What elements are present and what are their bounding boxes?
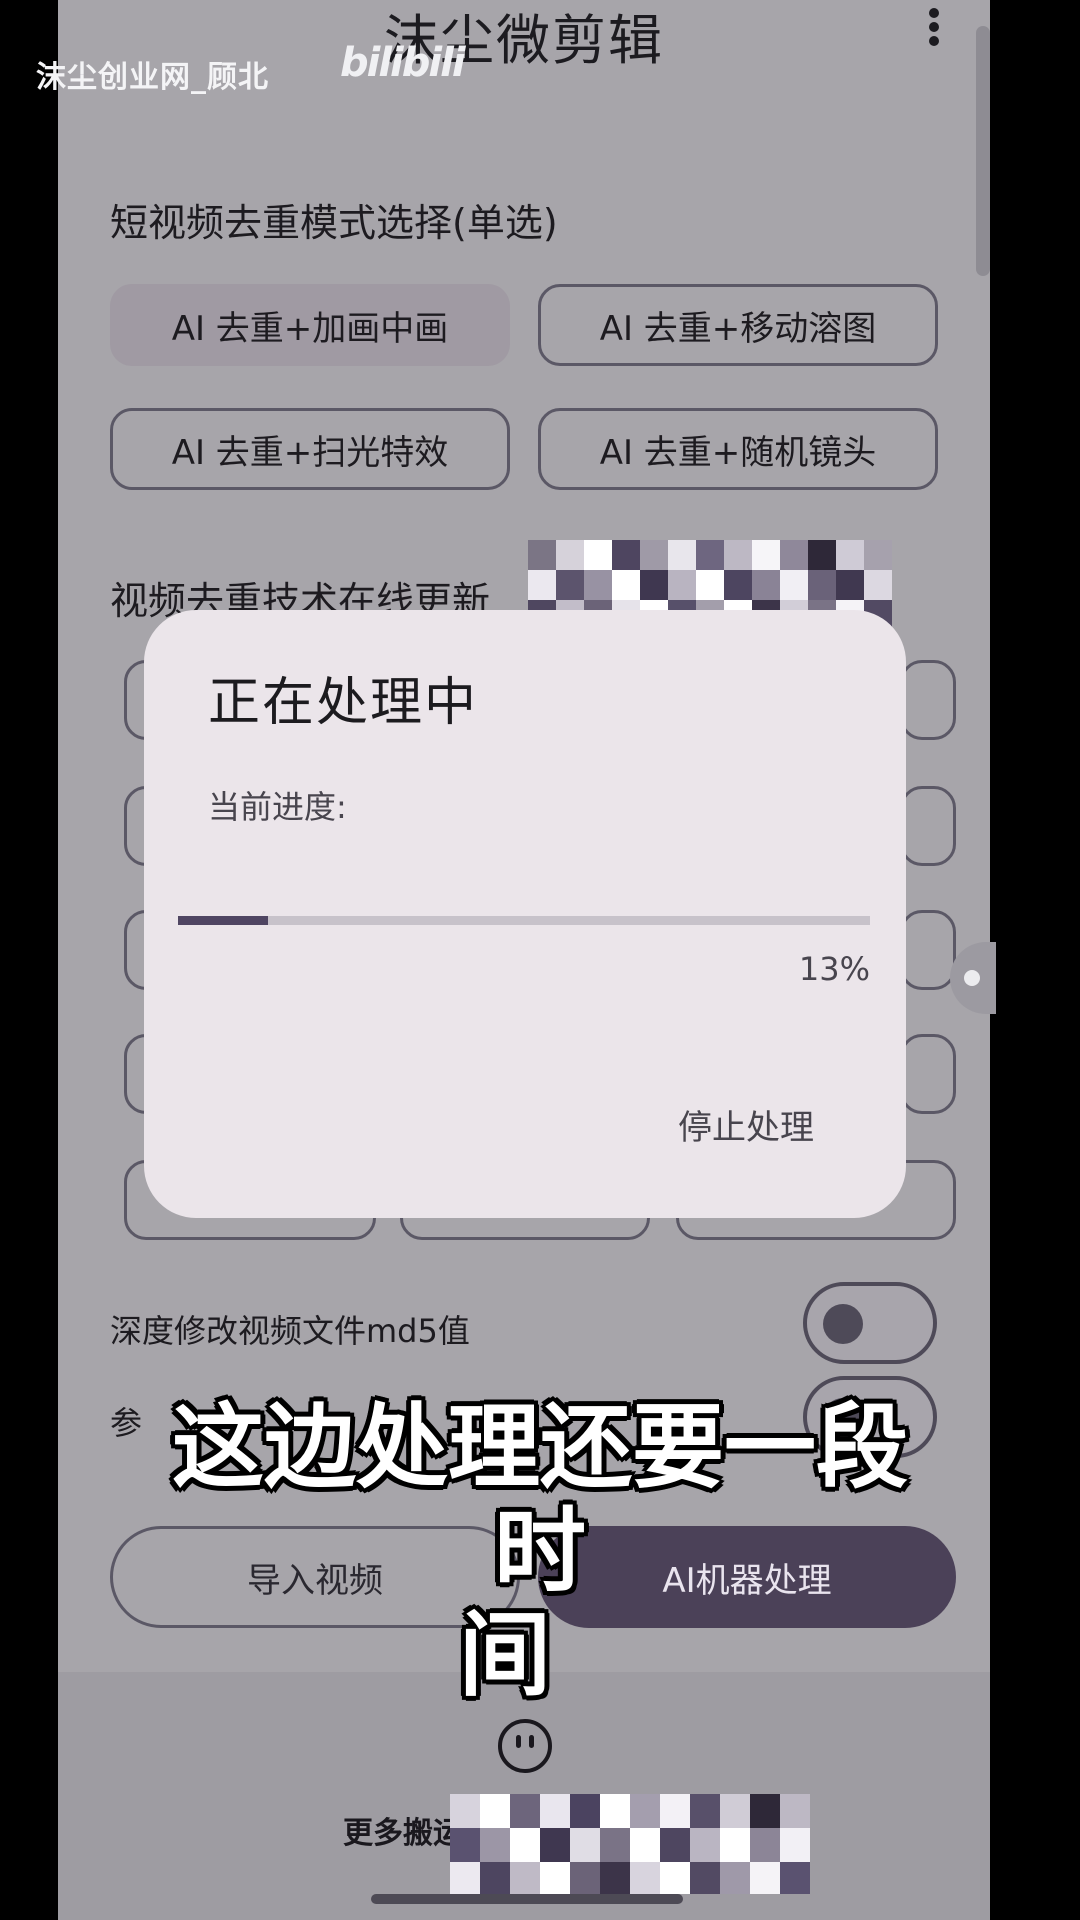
md5-toggle-label: 深度修改视频文件md5值	[110, 1312, 470, 1350]
scrollbar[interactable]	[976, 26, 990, 276]
mode-option-random-shot[interactable]: AI 去重+随机镜头	[538, 408, 938, 490]
toggle-knob	[823, 1304, 863, 1344]
smiley-face-icon	[498, 1719, 552, 1773]
progress-label: 当前进度:	[208, 788, 347, 826]
dot-icon	[964, 970, 980, 986]
more-repost-text: 更多搬运	[343, 1816, 463, 1851]
video-subtitle: 这边处理还要一段时 间	[140, 1396, 940, 1708]
md5-toggle-switch[interactable]	[803, 1282, 937, 1364]
home-indicator[interactable]	[371, 1894, 683, 1904]
subtitle-line-1: 这边处理还要一段时	[171, 1394, 908, 1605]
update-option-button[interactable]	[900, 1034, 956, 1114]
mode-section-title: 短视频去重模式选择(单选)	[110, 201, 558, 245]
param-row-label: 参	[110, 1404, 143, 1442]
more-vert-icon[interactable]	[922, 8, 946, 52]
mode-option-light-sweep[interactable]: AI 去重+扫光特效	[110, 408, 510, 490]
mode-option-move-blend[interactable]: AI 去重+移动溶图	[538, 284, 938, 366]
stop-processing-button[interactable]: 停止处理	[678, 1100, 814, 1149]
progress-bar	[178, 916, 870, 925]
update-option-button[interactable]	[900, 660, 956, 740]
update-option-button[interactable]	[900, 786, 956, 866]
dialog-title: 正在处理中	[208, 673, 479, 733]
progress-bar-fill	[178, 916, 268, 925]
subtitle-line-2: 间	[458, 1602, 551, 1709]
bilibili-logo: bilibili	[340, 40, 466, 86]
processing-dialog: 正在处理中 当前进度: 13% 停止处理	[144, 610, 906, 1218]
update-option-button[interactable]	[900, 910, 956, 990]
watermark-text: 沫尘创业网_顾北	[36, 60, 269, 95]
mode-option-pip[interactable]: AI 去重+加画中画	[110, 284, 510, 366]
pixelated-censor	[450, 1794, 818, 1894]
progress-percent: 13%	[798, 950, 870, 988]
